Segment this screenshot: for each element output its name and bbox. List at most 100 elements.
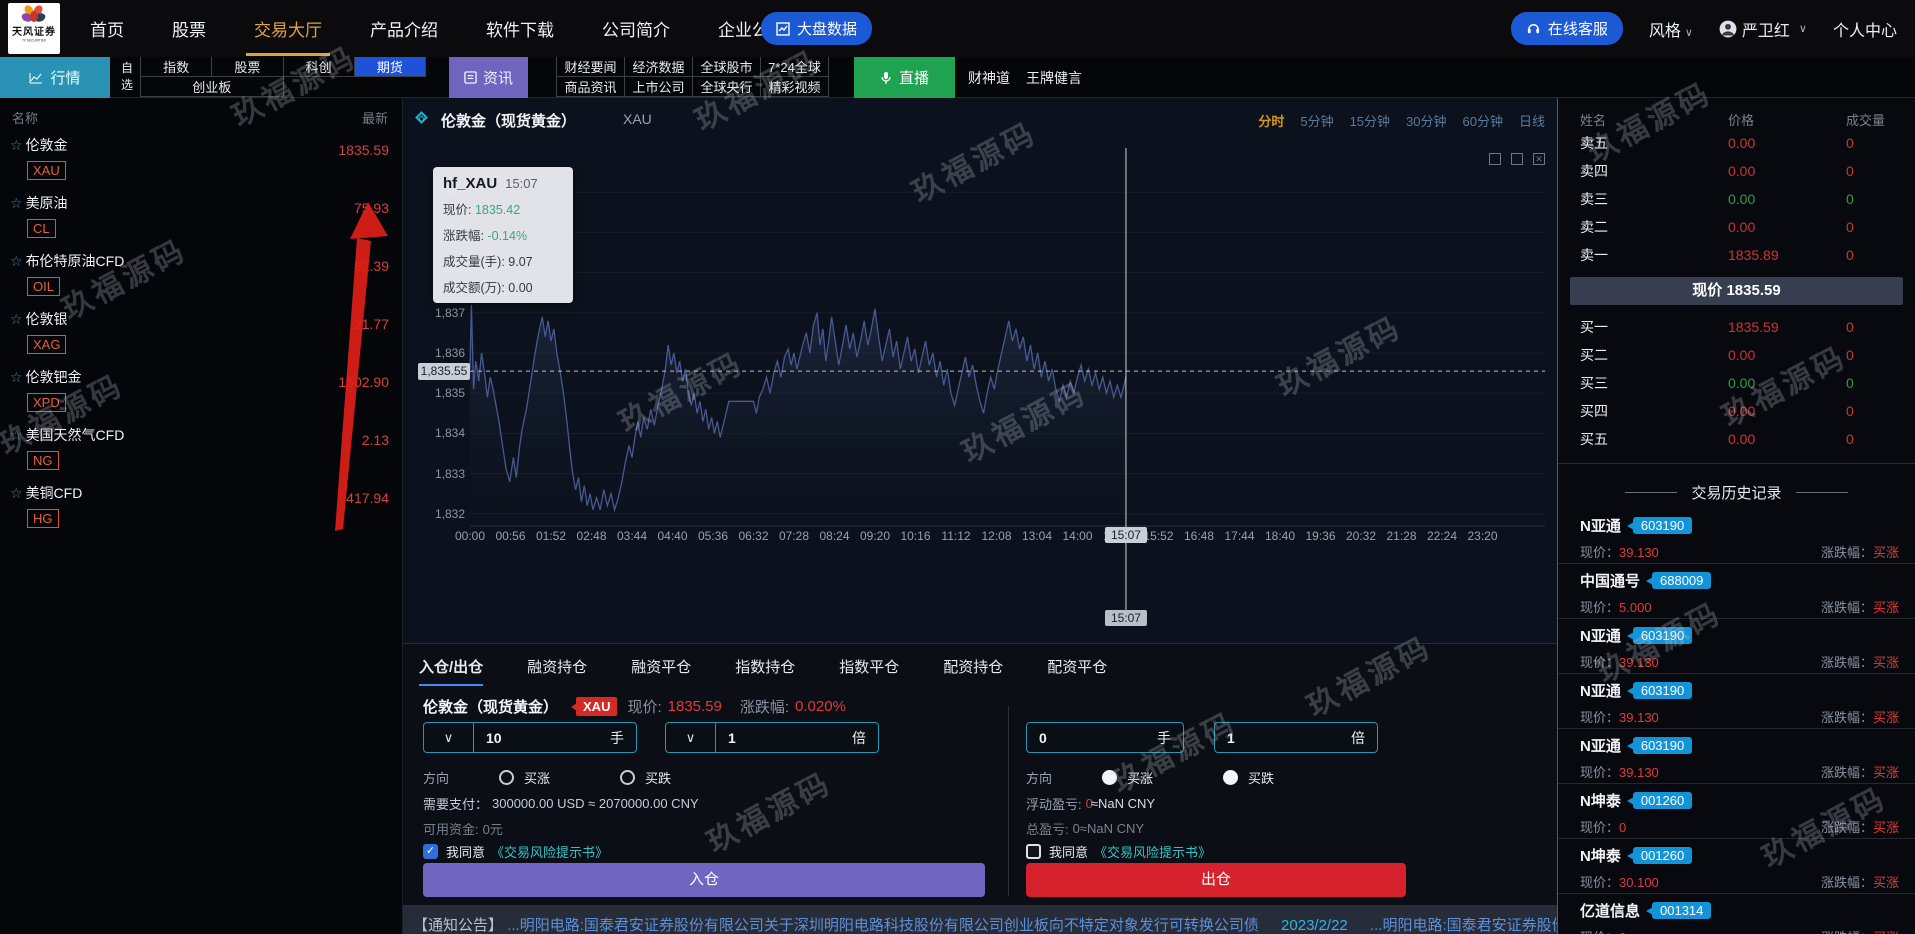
close-agree-checkbox[interactable] [1026,844,1041,859]
close-qty-unit: 手 [1157,729,1171,746]
nav-item-股票[interactable]: 股票 [170,0,208,58]
open-agree-checkbox[interactable]: ✓ [423,844,438,859]
x-tick-label: 12:08 [981,529,1012,543]
open-buy-up-radio[interactable] [499,770,515,785]
history-list: N亚通 603190 现价：39.130 涨跌幅：买涨 中国通号 688009 现价：5.0… [1558,509,1915,934]
watchlist-item-HG[interactable]: ☆ 美铜CFD HG 417.94 [0,479,402,537]
history-item[interactable]: N亚通 603190 现价：39.130 涨跌幅：买涨 [1558,619,1915,674]
history-item[interactable]: N亚通 603190 现价：39.130 涨跌幅：买涨 [1558,729,1915,784]
tab-商品资讯[interactable]: 商品资讯 [557,77,625,97]
quotes-button[interactable]: 行情 [0,57,110,98]
online-service-button[interactable]: 在线客服 [1510,12,1623,45]
nav-item-软件下载[interactable]: 软件下载 [484,0,556,58]
chart-tooltip: hf_XAU 15:07 现价: 1835.42 涨跌幅: -0.14% 成交量(… [433,167,573,303]
qty-dropdown-icon[interactable]: ∨ [424,723,474,752]
star-icon[interactable]: ☆ [10,427,23,443]
user-menu[interactable]: 严卫红 ∨ [1719,17,1807,41]
leverage-dropdown-icon[interactable]: ∨ [666,723,716,752]
open-qty-input[interactable]: ∨ 10 手 [423,722,637,753]
open-leverage-value: 1 [728,729,736,746]
history-item[interactable]: N亚通 603190 现价：39.130 涨跌幅：买涨 [1558,509,1915,564]
history-item[interactable]: N坤泰 001260 现价：0 涨跌幅：买涨 [1558,784,1915,839]
nav-item-公司简介[interactable]: 公司简介 [600,0,672,58]
tab-财经要闻[interactable]: 财经要闻 [557,57,625,77]
history-item-name: N亚通 603190 [1580,515,1899,536]
watchlist-item-XAG[interactable]: ☆ 伦敦银 XAG 21.77 [0,305,402,363]
wangpai-label: 王牌健言 [1026,69,1082,86]
brand-logo[interactable]: 天风证券 TF SECURITIES [8,3,60,54]
watchlist-item-XAU[interactable]: ☆ 伦敦金 XAU 1835.59 [0,131,402,189]
trade-tab-配资持仓[interactable]: 配资持仓 [943,656,1003,686]
order-book-header: 姓名 价格 成交量 [1558,110,1915,129]
history-item-info: 现价：0 涨跌幅：买涨 [1580,927,1899,934]
close-buy-up-radio[interactable] [1102,770,1118,785]
close-qty-input[interactable]: 0 手 [1026,722,1184,753]
trade-tab-指数持仓[interactable]: 指数持仓 [735,656,795,686]
watchlist-price: 82.39 [353,258,389,274]
star-icon[interactable]: ☆ [10,253,23,269]
history-change: 涨跌幅：买涨 [1821,927,1899,934]
live-button[interactable]: 直播 [854,57,955,98]
top-right-group: 在线客服 风格 ∨ 严卫红 ∨ 个人中心 [1510,0,1897,57]
history-item[interactable]: N亚通 603190 现价：39.130 涨跌幅：买涨 [1558,674,1915,729]
headset-icon [1527,24,1539,34]
history-stock-code-badge: 603190 [1626,517,1693,534]
star-icon[interactable]: ☆ [10,311,23,327]
history-item[interactable]: 亿道信息001314 现价：0 涨跌幅：买涨 [1558,894,1915,934]
watchlist-item-XPD[interactable]: ☆ 伦敦钯金 XPD 1502.90 [0,363,402,421]
close-agree-row: 我同意 《交易风险提示书》 [1026,842,1211,861]
tab-精彩视频[interactable]: 精彩视频 [761,77,829,97]
price-line-chart[interactable] [403,98,1557,643]
nav-item-首页[interactable]: 首页 [88,0,126,58]
star-icon[interactable]: ☆ [10,195,23,211]
history-stock-name: 亿道信息 [1580,903,1641,920]
tab-期货[interactable]: 期货 [354,57,426,77]
history-item[interactable]: N坤泰 001260 现价：30.100 涨跌幅：买涨 [1558,839,1915,894]
trade-tab-指数平仓[interactable]: 指数平仓 [839,656,899,686]
order-book-price: 0.00 [1728,375,1756,391]
close-leverage-input[interactable]: 1 倍 [1214,722,1378,753]
tab-全球股市[interactable]: 全球股市 [693,57,761,77]
close-position-button[interactable]: 出仓 [1026,863,1406,897]
caishendao-link[interactable]: 财神道 [968,57,1010,98]
watchlist-item-NG[interactable]: ☆ 美国天然气CFD NG 2.13 [0,421,402,479]
tab-全球央行[interactable]: 全球央行 [693,77,761,97]
tab-经济数据[interactable]: 经济数据 [625,57,693,77]
close-risk-agreement-link[interactable]: 《交易风险提示书》 [1094,842,1211,861]
open-risk-agreement-link[interactable]: 《交易风险提示书》 [491,842,608,861]
trade-tab-入仓/出仓[interactable]: 入仓/出仓 [419,656,484,686]
close-buy-down-radio[interactable] [1223,770,1239,785]
market-data-button[interactable]: 大盘数据 [761,12,873,45]
trade-instrument-name: 伦敦金（现货黄金） [423,699,559,716]
close-float-pl-approx: ≈NaN CNY [1090,796,1156,811]
open-leverage-input[interactable]: ∨ 1 倍 [665,722,879,753]
watchlist-item-OIL[interactable]: ☆ 布伦特原油CFD OIL 82.39 [0,247,402,305]
trade-tab-配资平仓[interactable]: 配资平仓 [1047,656,1107,686]
order-book-price: 0.00 [1728,431,1756,447]
nav-item-交易大厅[interactable]: 交易大厅 [246,0,330,58]
tab-指数[interactable]: 指数 [141,57,213,77]
history-change-value: 买涨 [1872,655,1899,670]
news-button[interactable]: 资讯 [449,57,528,98]
tab-科创[interactable]: 科创 [283,57,355,77]
star-icon[interactable]: ☆ [10,137,23,153]
open-position-button[interactable]: 入仓 [423,863,985,897]
trade-tab-融资持仓[interactable]: 融资持仓 [527,656,587,686]
tab-创业板[interactable]: 创业板 [141,77,284,97]
open-buy-down-radio[interactable] [620,770,636,785]
trade-tab-融资平仓[interactable]: 融资平仓 [631,656,691,686]
wangpai-link[interactable]: 王牌健言 [1026,57,1082,98]
star-icon[interactable]: ☆ [10,485,23,501]
watchlist-price: 21.77 [353,316,389,332]
tab-7*24全球[interactable]: 7*24全球 [761,57,829,77]
tab-股票[interactable]: 股票 [212,57,284,77]
style-dropdown[interactable]: 风格 ∨ [1649,17,1693,41]
tab-上市公司[interactable]: 上市公司 [625,77,693,97]
history-item[interactable]: 中国通号 688009 现价：5.000 涨跌幅：买涨 [1558,564,1915,619]
watchlist-item-CL[interactable]: ☆ 美原油 CL 75.93 [0,189,402,247]
order-book-level: 买四 [1580,403,1608,419]
tab-watchlist[interactable]: 自选 [116,60,138,94]
nav-item-产品介绍[interactable]: 产品介绍 [368,0,440,58]
star-icon[interactable]: ☆ [10,369,23,385]
personal-center-link[interactable]: 个人中心 [1833,17,1897,41]
